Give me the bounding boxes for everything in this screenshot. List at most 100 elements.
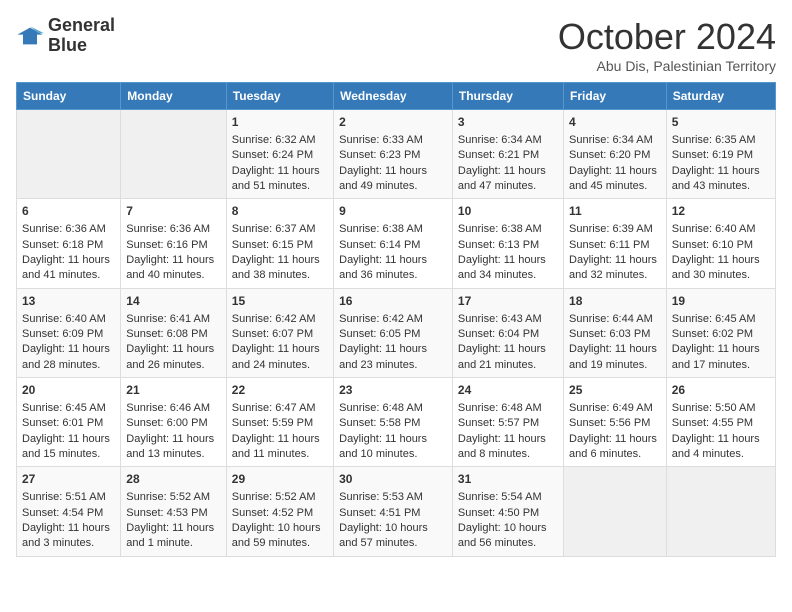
day-info: Sunset: 6:02 PM bbox=[672, 327, 770, 342]
day-info: Sunrise: 6:44 AM bbox=[569, 312, 661, 327]
day-info: Sunset: 6:03 PM bbox=[569, 327, 661, 342]
day-info: Sunset: 6:08 PM bbox=[126, 327, 221, 342]
calendar-cell: 4Sunrise: 6:34 AMSunset: 6:20 PMDaylight… bbox=[564, 110, 667, 199]
dow-header-saturday: Saturday bbox=[666, 83, 775, 110]
day-info: Sunset: 6:20 PM bbox=[569, 148, 661, 163]
days-of-week-row: SundayMondayTuesdayWednesdayThursdayFrid… bbox=[17, 83, 776, 110]
week-row-4: 20Sunrise: 6:45 AMSunset: 6:01 PMDayligh… bbox=[17, 378, 776, 467]
calendar-cell: 3Sunrise: 6:34 AMSunset: 6:21 PMDaylight… bbox=[452, 110, 563, 199]
day-info: Daylight: 11 hours and 26 minutes. bbox=[126, 342, 221, 373]
calendar-cell: 17Sunrise: 6:43 AMSunset: 6:04 PMDayligh… bbox=[452, 288, 563, 377]
day-info: Sunrise: 6:40 AM bbox=[22, 312, 115, 327]
day-number: 9 bbox=[339, 203, 447, 220]
day-info: Daylight: 11 hours and 32 minutes. bbox=[569, 253, 661, 284]
calendar-cell bbox=[666, 467, 775, 556]
day-info: Sunrise: 6:32 AM bbox=[232, 133, 328, 148]
day-info: Daylight: 11 hours and 47 minutes. bbox=[458, 164, 558, 195]
calendar-cell: 18Sunrise: 6:44 AMSunset: 6:03 PMDayligh… bbox=[564, 288, 667, 377]
day-info: Sunrise: 6:49 AM bbox=[569, 401, 661, 416]
day-number: 27 bbox=[22, 471, 115, 488]
day-info: Sunset: 4:55 PM bbox=[672, 416, 770, 431]
day-info: Sunrise: 5:53 AM bbox=[339, 490, 447, 505]
location-subtitle: Abu Dis, Palestinian Territory bbox=[558, 58, 776, 74]
calendar-cell bbox=[564, 467, 667, 556]
calendar-cell: 13Sunrise: 6:40 AMSunset: 6:09 PMDayligh… bbox=[17, 288, 121, 377]
day-info: Sunset: 5:58 PM bbox=[339, 416, 447, 431]
calendar-cell: 23Sunrise: 6:48 AMSunset: 5:58 PMDayligh… bbox=[334, 378, 453, 467]
calendar-cell: 24Sunrise: 6:48 AMSunset: 5:57 PMDayligh… bbox=[452, 378, 563, 467]
day-info: Daylight: 11 hours and 21 minutes. bbox=[458, 342, 558, 373]
day-number: 13 bbox=[22, 293, 115, 310]
day-number: 28 bbox=[126, 471, 221, 488]
day-info: Daylight: 11 hours and 6 minutes. bbox=[569, 432, 661, 463]
day-info: Sunrise: 6:39 AM bbox=[569, 222, 661, 237]
day-number: 24 bbox=[458, 382, 558, 399]
day-info: Daylight: 11 hours and 3 minutes. bbox=[22, 521, 115, 552]
day-number: 31 bbox=[458, 471, 558, 488]
day-info: Daylight: 11 hours and 8 minutes. bbox=[458, 432, 558, 463]
day-info: Daylight: 11 hours and 19 minutes. bbox=[569, 342, 661, 373]
week-row-3: 13Sunrise: 6:40 AMSunset: 6:09 PMDayligh… bbox=[17, 288, 776, 377]
day-number: 19 bbox=[672, 293, 770, 310]
day-info: Sunset: 6:10 PM bbox=[672, 238, 770, 253]
calendar-cell: 19Sunrise: 6:45 AMSunset: 6:02 PMDayligh… bbox=[666, 288, 775, 377]
day-info: Sunrise: 6:47 AM bbox=[232, 401, 328, 416]
day-info: Sunrise: 6:45 AM bbox=[22, 401, 115, 416]
day-number: 16 bbox=[339, 293, 447, 310]
day-info: Daylight: 11 hours and 15 minutes. bbox=[22, 432, 115, 463]
day-info: Daylight: 11 hours and 28 minutes. bbox=[22, 342, 115, 373]
day-info: Sunset: 6:14 PM bbox=[339, 238, 447, 253]
day-info: Sunrise: 6:46 AM bbox=[126, 401, 221, 416]
day-number: 20 bbox=[22, 382, 115, 399]
calendar-cell: 16Sunrise: 6:42 AMSunset: 6:05 PMDayligh… bbox=[334, 288, 453, 377]
dow-header-thursday: Thursday bbox=[452, 83, 563, 110]
day-info: Sunrise: 6:42 AM bbox=[232, 312, 328, 327]
day-number: 6 bbox=[22, 203, 115, 220]
day-number: 7 bbox=[126, 203, 221, 220]
day-info: Sunset: 4:54 PM bbox=[22, 506, 115, 521]
day-info: Daylight: 11 hours and 4 minutes. bbox=[672, 432, 770, 463]
day-info: Sunset: 4:50 PM bbox=[458, 506, 558, 521]
day-number: 12 bbox=[672, 203, 770, 220]
day-info: Sunrise: 6:42 AM bbox=[339, 312, 447, 327]
day-info: Sunrise: 6:38 AM bbox=[458, 222, 558, 237]
day-number: 21 bbox=[126, 382, 221, 399]
day-info: Sunset: 6:07 PM bbox=[232, 327, 328, 342]
day-number: 2 bbox=[339, 114, 447, 131]
day-info: Sunset: 6:04 PM bbox=[458, 327, 558, 342]
day-info: Sunrise: 6:34 AM bbox=[458, 133, 558, 148]
calendar-cell: 27Sunrise: 5:51 AMSunset: 4:54 PMDayligh… bbox=[17, 467, 121, 556]
day-number: 23 bbox=[339, 382, 447, 399]
day-info: Sunset: 6:01 PM bbox=[22, 416, 115, 431]
day-info: Daylight: 11 hours and 43 minutes. bbox=[672, 164, 770, 195]
day-info: Sunrise: 6:33 AM bbox=[339, 133, 447, 148]
day-number: 5 bbox=[672, 114, 770, 131]
day-info: Sunrise: 5:52 AM bbox=[232, 490, 328, 505]
day-info: Daylight: 11 hours and 45 minutes. bbox=[569, 164, 661, 195]
calendar-cell: 9Sunrise: 6:38 AMSunset: 6:14 PMDaylight… bbox=[334, 199, 453, 288]
day-info: Sunrise: 5:52 AM bbox=[126, 490, 221, 505]
page-header: General Blue October 2024 Abu Dis, Pales… bbox=[16, 16, 776, 74]
day-info: Sunset: 5:59 PM bbox=[232, 416, 328, 431]
day-number: 22 bbox=[232, 382, 328, 399]
calendar-cell: 25Sunrise: 6:49 AMSunset: 5:56 PMDayligh… bbox=[564, 378, 667, 467]
calendar-cell: 20 Sunrise: 6:45 AMSunset: 6:01 PMDayligh… bbox=[17, 378, 121, 467]
day-info: Sunrise: 6:41 AM bbox=[126, 312, 221, 327]
calendar-table: SundayMondayTuesdayWednesdayThursdayFrid… bbox=[16, 82, 776, 557]
day-info: Sunset: 5:57 PM bbox=[458, 416, 558, 431]
dow-header-wednesday: Wednesday bbox=[334, 83, 453, 110]
calendar-cell bbox=[121, 110, 227, 199]
day-info: Sunset: 6:13 PM bbox=[458, 238, 558, 253]
calendar-cell: 8Sunrise: 6:37 AMSunset: 6:15 PMDaylight… bbox=[226, 199, 333, 288]
month-title: October 2024 bbox=[558, 16, 776, 58]
day-info: Sunset: 4:53 PM bbox=[126, 506, 221, 521]
dow-header-monday: Monday bbox=[121, 83, 227, 110]
calendar-cell: 12Sunrise: 6:40 AMSunset: 6:10 PMDayligh… bbox=[666, 199, 775, 288]
calendar-cell: 10Sunrise: 6:38 AMSunset: 6:13 PMDayligh… bbox=[452, 199, 563, 288]
day-info: Sunset: 6:16 PM bbox=[126, 238, 221, 253]
calendar-cell: 29Sunrise: 5:52 AMSunset: 4:52 PMDayligh… bbox=[226, 467, 333, 556]
dow-header-sunday: Sunday bbox=[17, 83, 121, 110]
day-info: Sunrise: 6:37 AM bbox=[232, 222, 328, 237]
calendar-cell: 6Sunrise: 6:36 AMSunset: 6:18 PMDaylight… bbox=[17, 199, 121, 288]
week-row-1: 1Sunrise: 6:32 AMSunset: 6:24 PMDaylight… bbox=[17, 110, 776, 199]
